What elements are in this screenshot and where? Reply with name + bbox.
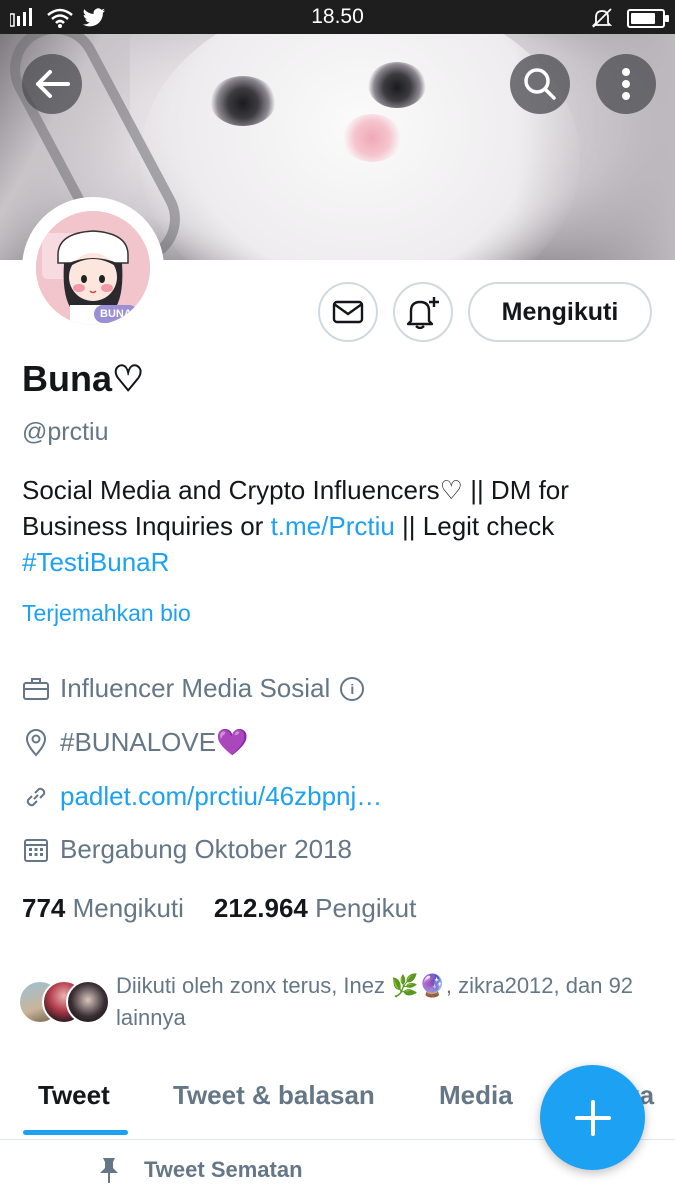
avatar-illustration: BUNA: [36, 211, 150, 325]
website-link[interactable]: padlet.com/prctiu/46zbpnj…: [60, 781, 382, 812]
mute-icon: [591, 8, 613, 28]
tab-tweet[interactable]: Tweet: [38, 1080, 110, 1111]
search-button[interactable]: [510, 54, 570, 114]
briefcase-icon: [22, 675, 50, 703]
banner-cat-eye-right: [368, 62, 426, 108]
compose-tweet-button[interactable]: [540, 1065, 645, 1170]
status-right-icons: [591, 7, 669, 29]
avatar-badge: BUNA: [94, 305, 138, 323]
more-options-button[interactable]: [596, 54, 656, 114]
notifications-button[interactable]: [393, 282, 453, 342]
profile-avatar[interactable]: BUNA: [22, 197, 164, 339]
user-handle: @prctiu: [22, 418, 109, 446]
location-text: #BUNALOVE💜: [60, 727, 249, 757]
battery-level: [631, 12, 655, 24]
followed-by[interactable]: Diikuti oleh zonx terus, Inez 🌿🔮, zikra2…: [18, 968, 658, 1038]
translate-bio-link[interactable]: Terjemahkan bio: [22, 600, 191, 627]
link-icon: [22, 783, 50, 811]
profile-category: Influencer Media Sosial i: [22, 673, 365, 704]
pinned-tweet-header: Tweet Sematan: [98, 1156, 303, 1184]
more-vertical-icon: [622, 68, 630, 100]
bio-telegram-link[interactable]: t.me/Prctiu: [271, 511, 395, 541]
followers-stat[interactable]: 212.964 Pengikut: [214, 893, 416, 924]
follower-avatar: [66, 980, 110, 1024]
banner-cat-eye-left: [210, 76, 276, 126]
mail-icon: [332, 300, 364, 324]
bell-plus-icon: [406, 297, 439, 329]
status-time: 18.50: [311, 5, 364, 28]
pin-icon: [100, 1158, 118, 1183]
following-label: Mengikuti: [72, 893, 184, 923]
calendar-icon: [22, 836, 50, 864]
back-arrow-icon: [36, 70, 70, 98]
followed-by-text: Diikuti oleh zonx terus, Inez 🌿🔮, zikra2…: [116, 973, 634, 1030]
following-button[interactable]: Mengikuti: [468, 282, 652, 342]
joined-text: Bergabung Oktober 2018: [60, 834, 352, 864]
profile-joined: Bergabung Oktober 2018: [22, 834, 352, 865]
follow-stats: 774 Mengikuti 212.964 Pengikut: [22, 893, 416, 924]
message-button[interactable]: [318, 282, 378, 342]
following-count: 774: [22, 893, 66, 923]
banner-cat-nose: [342, 114, 402, 162]
category-text: Influencer Media Sosial: [60, 673, 331, 703]
search-icon: [524, 68, 556, 100]
info-icon[interactable]: i: [340, 676, 365, 701]
profile-website: padlet.com/prctiu/46zbpnj…: [22, 781, 382, 812]
following-stat[interactable]: 774 Mengikuti: [22, 893, 184, 924]
location-pin-icon: [22, 728, 50, 757]
followers-label: Pengikut: [315, 893, 417, 923]
bio: Social Media and Crypto Influencers♡ || …: [22, 472, 652, 580]
followers-count: 212.964: [213, 893, 308, 923]
status-bar: 18.50: [0, 0, 675, 34]
plus-icon: [574, 1099, 611, 1136]
back-button[interactable]: [22, 54, 82, 114]
display-name: Buna♡: [22, 358, 145, 399]
tab-media[interactable]: Media: [439, 1080, 513, 1111]
bio-text: || Legit check: [394, 511, 555, 541]
tab-tweets-replies[interactable]: Tweet & balasan: [173, 1080, 375, 1111]
pinned-label: Tweet Sematan: [144, 1157, 303, 1182]
profile-location: #BUNALOVE💜: [22, 727, 248, 758]
bio-hashtag-link[interactable]: #TestiBunaR: [22, 547, 169, 577]
battery-icon: [627, 8, 669, 28]
active-tab-indicator: [23, 1130, 128, 1135]
